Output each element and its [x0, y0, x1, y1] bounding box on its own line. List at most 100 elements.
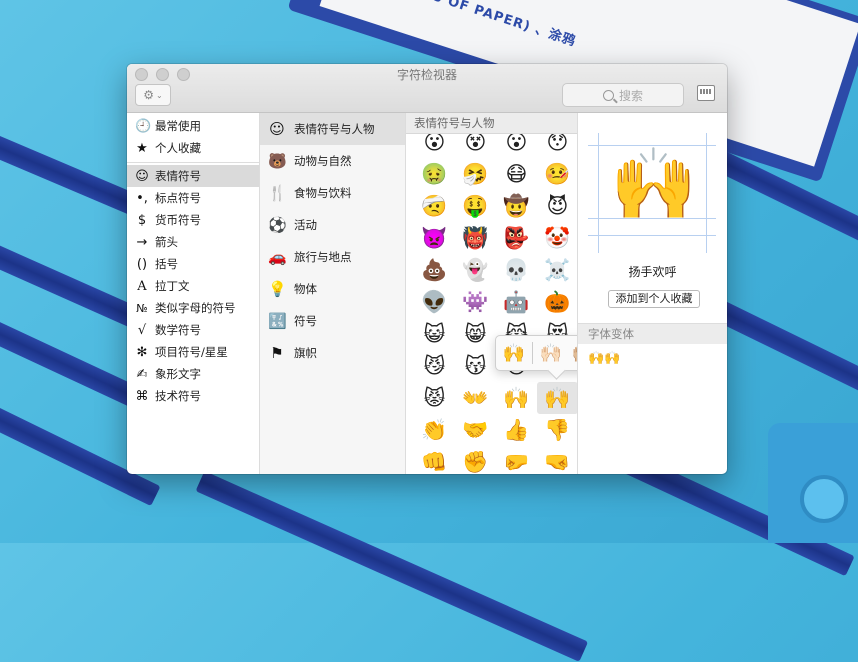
- bear-icon: 🐻: [268, 152, 287, 170]
- subcategory-item-activity[interactable]: ⚽ 活动: [260, 209, 405, 241]
- subcategory-label: 旅行与地点: [294, 250, 352, 264]
- section-header: 表情符号与人物: [406, 113, 577, 134]
- font-variants-list[interactable]: 🙌🙌: [588, 351, 620, 366]
- gear-icon: ⚙: [143, 88, 155, 102]
- numero-icon: №: [136, 301, 148, 315]
- symbols-icon: 🔣: [268, 312, 287, 330]
- emoji-cell[interactable]: 👺: [496, 222, 537, 254]
- clock-icon: 🕘: [135, 118, 152, 134]
- square-root-icon: √: [137, 322, 147, 338]
- keyboard-viewer-icon[interactable]: [697, 85, 715, 101]
- category-item-latin[interactable]: A 拉丁文: [127, 275, 259, 297]
- emoji-cell[interactable]: 🤑: [455, 190, 496, 222]
- category-label: 象形文字: [155, 367, 201, 381]
- category-item-brackets[interactable]: () 括号: [127, 253, 259, 275]
- emoji-cell[interactable]: 😈: [537, 190, 577, 222]
- category-item-punctuation[interactable]: •, 标点符号: [127, 187, 259, 209]
- search-icon: [602, 89, 614, 101]
- lightbulb-icon: 💡: [268, 280, 287, 298]
- category-item-frequently-used[interactable]: 🕘 最常使用: [127, 115, 259, 137]
- emoji-cell[interactable]: 😺: [414, 318, 455, 350]
- category-item-technical[interactable]: ⌘ 技术符号: [127, 385, 259, 407]
- emoji-cell[interactable]: 👊: [414, 446, 455, 474]
- titlebar: 字符检视器 ⚙ ⌄ 搜索: [127, 64, 727, 113]
- search-input[interactable]: 搜索: [562, 83, 684, 107]
- subcategory-item-flags[interactable]: ⚑ 旗帜: [260, 337, 405, 369]
- emoji-cell[interactable]: 😽: [455, 350, 496, 382]
- guide-line: [598, 133, 599, 253]
- add-to-favorites-button[interactable]: 添加到个人收藏: [608, 290, 700, 308]
- emoji-cell[interactable]: 🤡: [537, 222, 577, 254]
- emoji-cell[interactable]: 👏: [414, 414, 455, 446]
- category-item-math[interactable]: √ 数学符号: [127, 319, 259, 341]
- divider: [127, 162, 259, 163]
- emoji-cell[interactable]: 👻: [455, 254, 496, 286]
- preview-glyph: 🙌: [610, 143, 698, 225]
- soccer-ball-icon: ⚽: [268, 216, 287, 234]
- smiley-icon: ☺: [135, 168, 149, 184]
- skin-tone-option[interactable]: 🙌🏻: [537, 339, 565, 367]
- subcategory-item-food-drink[interactable]: 🍴 食物与饮料: [260, 177, 405, 209]
- arrow-right-icon: →: [136, 234, 148, 250]
- category-item-pictographs[interactable]: ✍ 象形文字: [127, 363, 259, 385]
- emoji-cell[interactable]: 🤒: [537, 158, 577, 190]
- category-item-currency[interactable]: $ 货币符号: [127, 209, 259, 231]
- subcategory-item-smileys-people[interactable]: ☺ 表情符号与人物: [260, 113, 405, 145]
- emoji-cell[interactable]: 👿: [414, 222, 455, 254]
- subcategory-label: 符号: [294, 314, 317, 328]
- category-item-arrows[interactable]: → 箭头: [127, 231, 259, 253]
- parentheses-icon: (): [136, 256, 148, 272]
- emoji-cell[interactable]: 👽: [414, 286, 455, 318]
- emoji-cell[interactable]: 😼: [414, 350, 455, 382]
- emoji-cell[interactable]: 👾: [455, 286, 496, 318]
- emoji-cell[interactable]: ☠️: [537, 254, 577, 286]
- emoji-cell[interactable]: 🤝: [455, 414, 496, 446]
- action-menu-button[interactable]: ⚙ ⌄: [135, 84, 171, 106]
- emoji-cell[interactable]: 🤢: [414, 158, 455, 190]
- character-viewer-window: 字符检视器 ⚙ ⌄ 搜索 🕘 最常使用 ★ 个人收藏 ☺ 表情符号 •, 标点符…: [127, 64, 727, 474]
- emoji-cell[interactable]: 😷: [496, 158, 537, 190]
- subcategory-label: 动物与自然: [294, 154, 352, 168]
- emoji-cell[interactable]: 🙌: [537, 382, 577, 414]
- category-item-bullets-stars[interactable]: ✻ 项目符号/星星: [127, 341, 259, 363]
- emoji-cell[interactable]: 👐: [455, 382, 496, 414]
- emoji-cell[interactable]: 🙌: [496, 382, 537, 414]
- skin-tone-popover: 🙌🙌🏻🙌🏼🙌🏽🙌🏾🙌🏿: [495, 335, 577, 371]
- subcategory-label: 物体: [294, 282, 317, 296]
- emoji-cell[interactable]: 💀: [496, 254, 537, 286]
- font-variants-header: 字体变体: [578, 323, 727, 344]
- emoji-cell[interactable]: 👍: [496, 414, 537, 446]
- asterisk-icon: ✻: [136, 344, 148, 360]
- emoji-cell[interactable]: 👎: [537, 414, 577, 446]
- emoji-cell[interactable]: 💩: [414, 254, 455, 286]
- window-title: 字符检视器: [396, 68, 457, 82]
- subcategory-item-objects[interactable]: 💡 物体: [260, 273, 405, 305]
- emoji-cell[interactable]: 🤧: [455, 158, 496, 190]
- emoji-cell[interactable]: ✊: [455, 446, 496, 474]
- category-label: 最常使用: [155, 119, 201, 133]
- category-item-favorites[interactable]: ★ 个人收藏: [127, 137, 259, 159]
- subcategory-item-travel-places[interactable]: 🚗 旅行与地点: [260, 241, 405, 273]
- category-list: 🕘 最常使用 ★ 个人收藏 ☺ 表情符号 •, 标点符号 $ 货币符号 → 箭头…: [127, 113, 260, 474]
- subcategory-label: 表情符号与人物: [294, 122, 375, 136]
- emoji-cell[interactable]: 🤖: [496, 286, 537, 318]
- emoji-cell[interactable]: 😾: [414, 382, 455, 414]
- preview-glyph-box: 🙌: [588, 133, 716, 253]
- emoji-cell[interactable]: 🤛: [496, 446, 537, 474]
- emoji-cell[interactable]: 🤜: [537, 446, 577, 474]
- subcategory-item-symbols[interactable]: 🔣 符号: [260, 305, 405, 337]
- emoji-cell[interactable]: 🎃: [537, 286, 577, 318]
- skin-tone-option[interactable]: 🙌: [500, 339, 528, 367]
- character-name: 扬手欢呼: [628, 265, 677, 279]
- emoji-cell[interactable]: 🤕: [414, 190, 455, 222]
- subcategory-item-animals-nature[interactable]: 🐻 动物与自然: [260, 145, 405, 177]
- skin-tone-option[interactable]: 🙌🏼: [569, 339, 577, 367]
- category-item-emoji[interactable]: ☺ 表情符号: [127, 165, 259, 187]
- emoji-cell[interactable]: 😸: [455, 318, 496, 350]
- category-label: 标点符号: [155, 191, 201, 205]
- guide-line: [588, 235, 716, 236]
- background-clip-ring: [800, 475, 848, 523]
- emoji-cell[interactable]: 🤠: [496, 190, 537, 222]
- category-item-letterlike[interactable]: № 类似字母的符号: [127, 297, 259, 319]
- emoji-cell[interactable]: 👹: [455, 222, 496, 254]
